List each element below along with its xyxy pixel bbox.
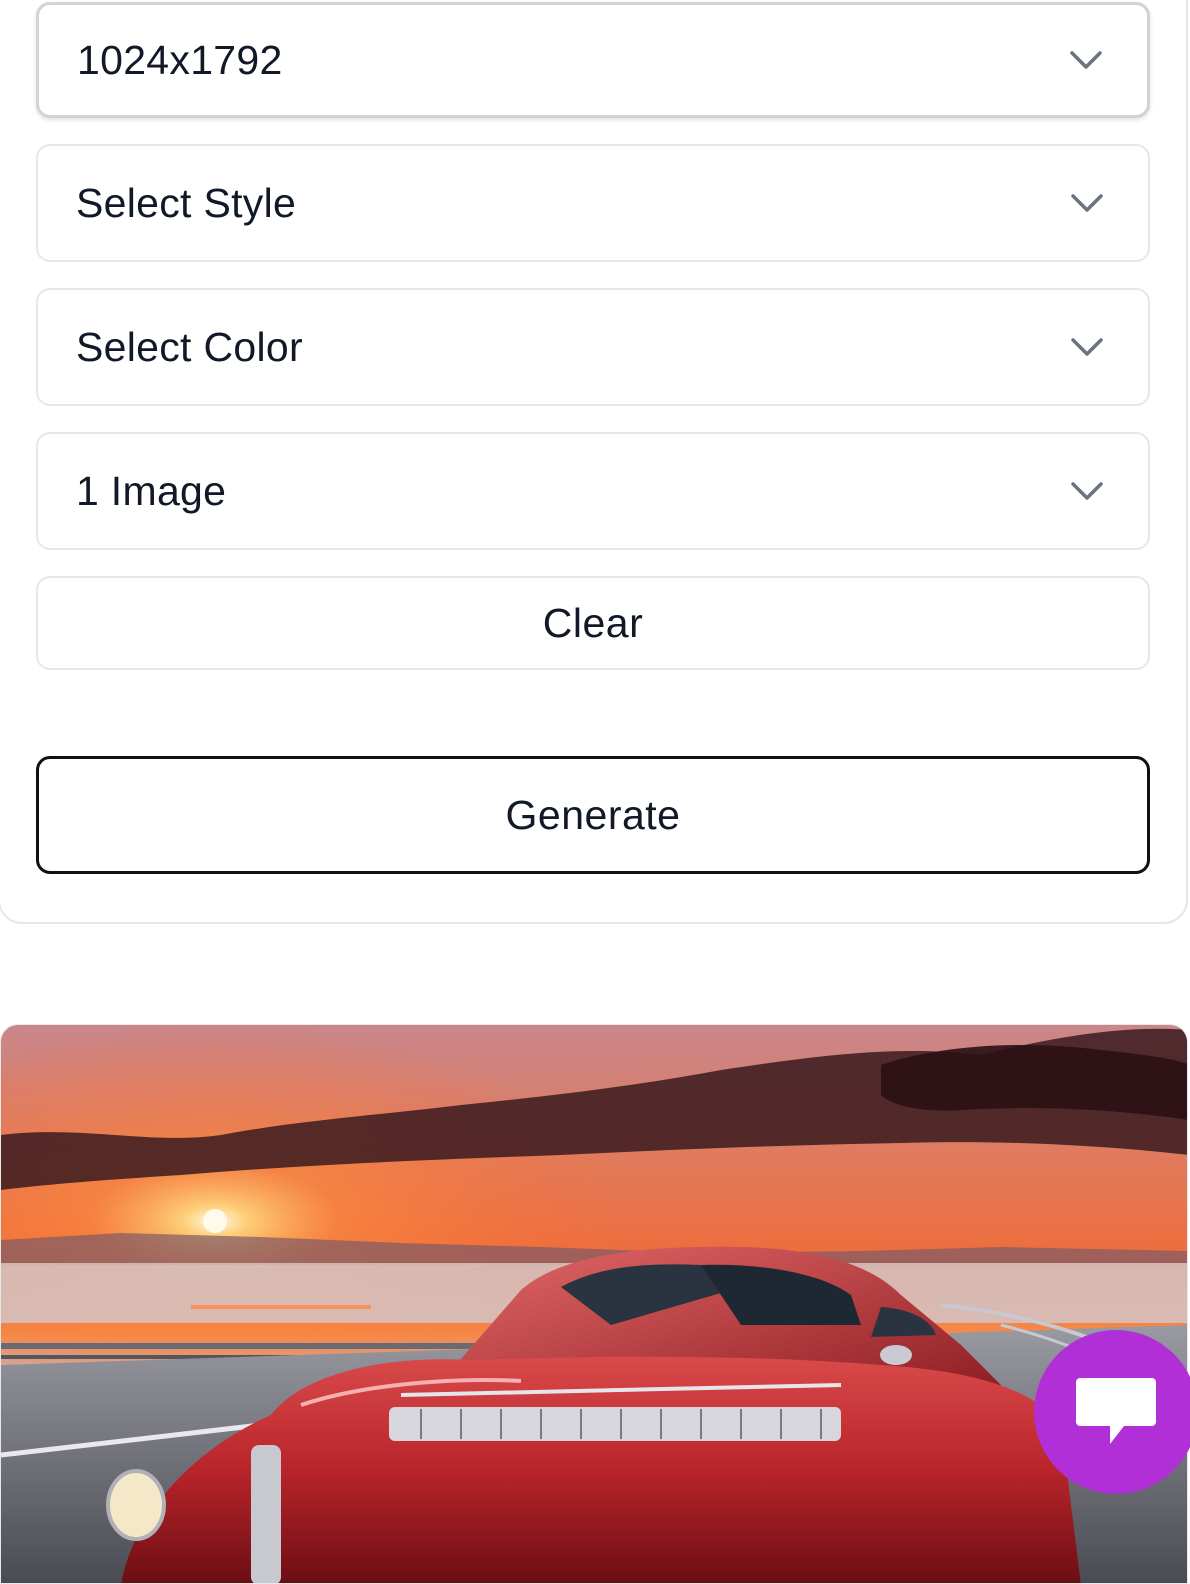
- chevron-down-icon: [1070, 51, 1102, 69]
- clear-button[interactable]: Clear: [36, 576, 1150, 670]
- color-select-value: Select Color: [76, 323, 303, 370]
- image-count-select-value: 1 Image: [76, 467, 227, 514]
- color-select[interactable]: Select Color: [36, 288, 1150, 406]
- style-select-value: Select Style: [76, 179, 297, 226]
- generated-image: [1, 1025, 1187, 1583]
- image-count-select[interactable]: 1 Image: [36, 432, 1150, 550]
- generated-image-card[interactable]: [0, 1024, 1188, 1584]
- size-select-value: 1024x1792: [77, 36, 283, 83]
- chat-button[interactable]: [1034, 1330, 1190, 1494]
- generate-button[interactable]: Generate: [36, 756, 1150, 874]
- size-select[interactable]: 1024x1792: [36, 2, 1150, 118]
- chat-bubble-icon: [1076, 1378, 1156, 1444]
- chevron-down-icon: [1071, 482, 1103, 500]
- style-select[interactable]: Select Style: [36, 144, 1150, 262]
- chevron-down-icon: [1071, 194, 1103, 212]
- chevron-down-icon: [1071, 338, 1103, 356]
